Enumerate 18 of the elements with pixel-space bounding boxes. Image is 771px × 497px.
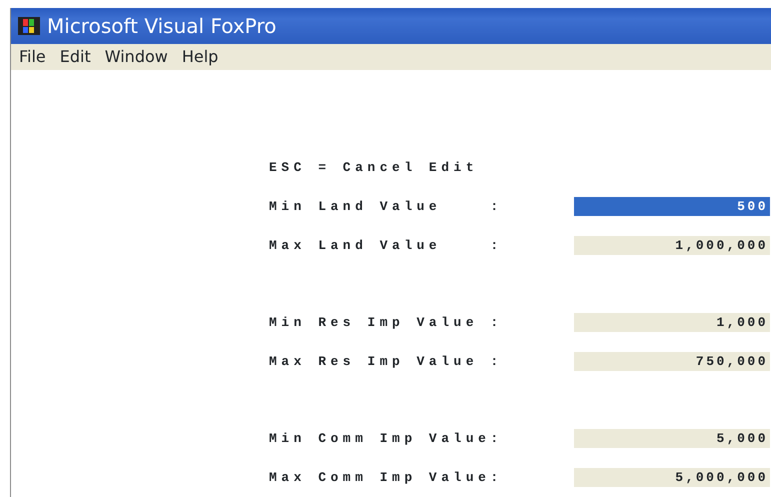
field-label: Min Land Value : bbox=[269, 198, 503, 216]
value-field[interactable]: 1,000 bbox=[574, 313, 770, 332]
menu-item[interactable]: Edit bbox=[52, 45, 97, 70]
value-field[interactable]: 750,000 bbox=[574, 352, 770, 371]
menu-item[interactable]: Help bbox=[174, 45, 224, 70]
menu-item[interactable]: File bbox=[11, 45, 52, 70]
field-label: Min Res Imp Value : bbox=[269, 314, 503, 332]
menu-item[interactable]: Window bbox=[96, 45, 174, 70]
field-label: Max Res Imp Value : bbox=[269, 352, 503, 371]
value-field[interactable]: 5,000 bbox=[574, 429, 770, 448]
field-label: Max Land Value : bbox=[269, 236, 503, 255]
value-field[interactable]: 500 bbox=[574, 197, 770, 216]
hint-text: ESC = Cancel Edit bbox=[269, 158, 478, 177]
field-label: Max Comm Imp Value: bbox=[269, 468, 503, 487]
value-field[interactable]: 1,000,000 bbox=[574, 236, 770, 255]
value-field[interactable]: 5,000,000 bbox=[574, 468, 770, 487]
field-label: Min Comm Imp Value: bbox=[269, 430, 503, 448]
window-title: Microsoft Visual FoxPro bbox=[47, 13, 276, 40]
